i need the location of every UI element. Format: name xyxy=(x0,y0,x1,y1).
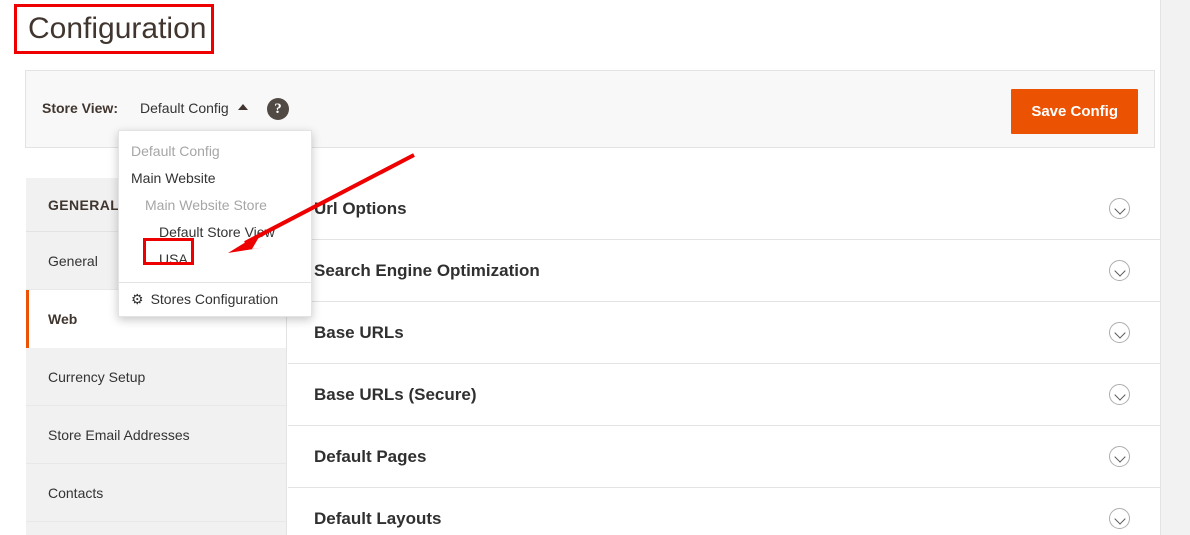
store-view-selected-value: Default Config xyxy=(140,100,229,116)
store-view-dropdown: Default Config Main Website Main Website… xyxy=(118,130,312,317)
chevron-down-icon[interactable] xyxy=(1109,446,1130,467)
section-default-pages[interactable]: Default Pages xyxy=(288,426,1160,488)
right-edge-strip xyxy=(1160,0,1190,535)
dropdown-item-main-website[interactable]: Main Website xyxy=(119,165,311,192)
chevron-down-icon[interactable] xyxy=(1109,508,1130,529)
chevron-down-icon[interactable] xyxy=(1109,322,1130,343)
config-sections-panel: Url Options Search Engine Optimization B… xyxy=(288,178,1160,535)
section-title: Base URLs (Secure) xyxy=(314,384,477,404)
section-search-engine-optimization[interactable]: Search Engine Optimization xyxy=(288,240,1160,302)
section-title: Default Pages xyxy=(314,446,427,466)
question-mark-icon[interactable]: ? xyxy=(267,98,289,120)
sidebar-item-label: Store Email Addresses xyxy=(48,426,190,443)
chevron-down-icon[interactable] xyxy=(1109,384,1130,405)
sidebar-item-label: Contacts xyxy=(48,484,104,501)
store-view-label: Store View: xyxy=(42,100,118,116)
store-view-switcher[interactable]: Default Config xyxy=(140,100,248,116)
sidebar-item-label: General xyxy=(48,252,98,269)
section-title: Base URLs xyxy=(314,322,404,342)
section-url-options[interactable]: Url Options xyxy=(288,178,1160,240)
sidebar-item-store-email-addresses[interactable]: Store Email Addresses xyxy=(26,406,286,464)
section-title: Search Engine Optimization xyxy=(314,260,540,280)
sidebar-item-label: Currency Setup xyxy=(48,368,146,385)
save-config-button[interactable]: Save Config xyxy=(1011,89,1138,134)
section-base-urls[interactable]: Base URLs xyxy=(288,302,1160,364)
section-title: Default Layouts xyxy=(314,508,442,528)
dropdown-item-usa[interactable]: USA xyxy=(119,246,311,273)
chevron-down-icon[interactable] xyxy=(1109,198,1130,219)
gear-icon: ⚙ xyxy=(131,291,144,307)
dropdown-item-default-config: Default Config xyxy=(131,143,220,159)
section-default-layouts[interactable]: Default Layouts xyxy=(288,488,1160,535)
page-title: Configuration xyxy=(28,12,207,45)
caret-up-icon xyxy=(237,104,248,110)
sidebar-item-label: Web xyxy=(48,311,78,327)
sidebar-item-contacts[interactable]: Contacts xyxy=(26,464,286,522)
configuration-page: Configuration Store View: Default Config… xyxy=(0,0,1190,535)
dropdown-item-main-website-store: Main Website Store xyxy=(145,197,267,213)
section-title: Url Options xyxy=(314,198,407,218)
dropdown-footer-label: Stores Configuration xyxy=(150,291,279,307)
section-base-urls-secure[interactable]: Base URLs (Secure) xyxy=(288,364,1160,426)
dropdown-item-default-store-view[interactable]: Default Store View xyxy=(119,219,311,246)
dropdown-stores-configuration[interactable]: ⚙ Stores Configuration xyxy=(119,282,311,316)
chevron-down-icon[interactable] xyxy=(1109,260,1130,281)
sidebar-item-currency-setup[interactable]: Currency Setup xyxy=(26,348,286,406)
